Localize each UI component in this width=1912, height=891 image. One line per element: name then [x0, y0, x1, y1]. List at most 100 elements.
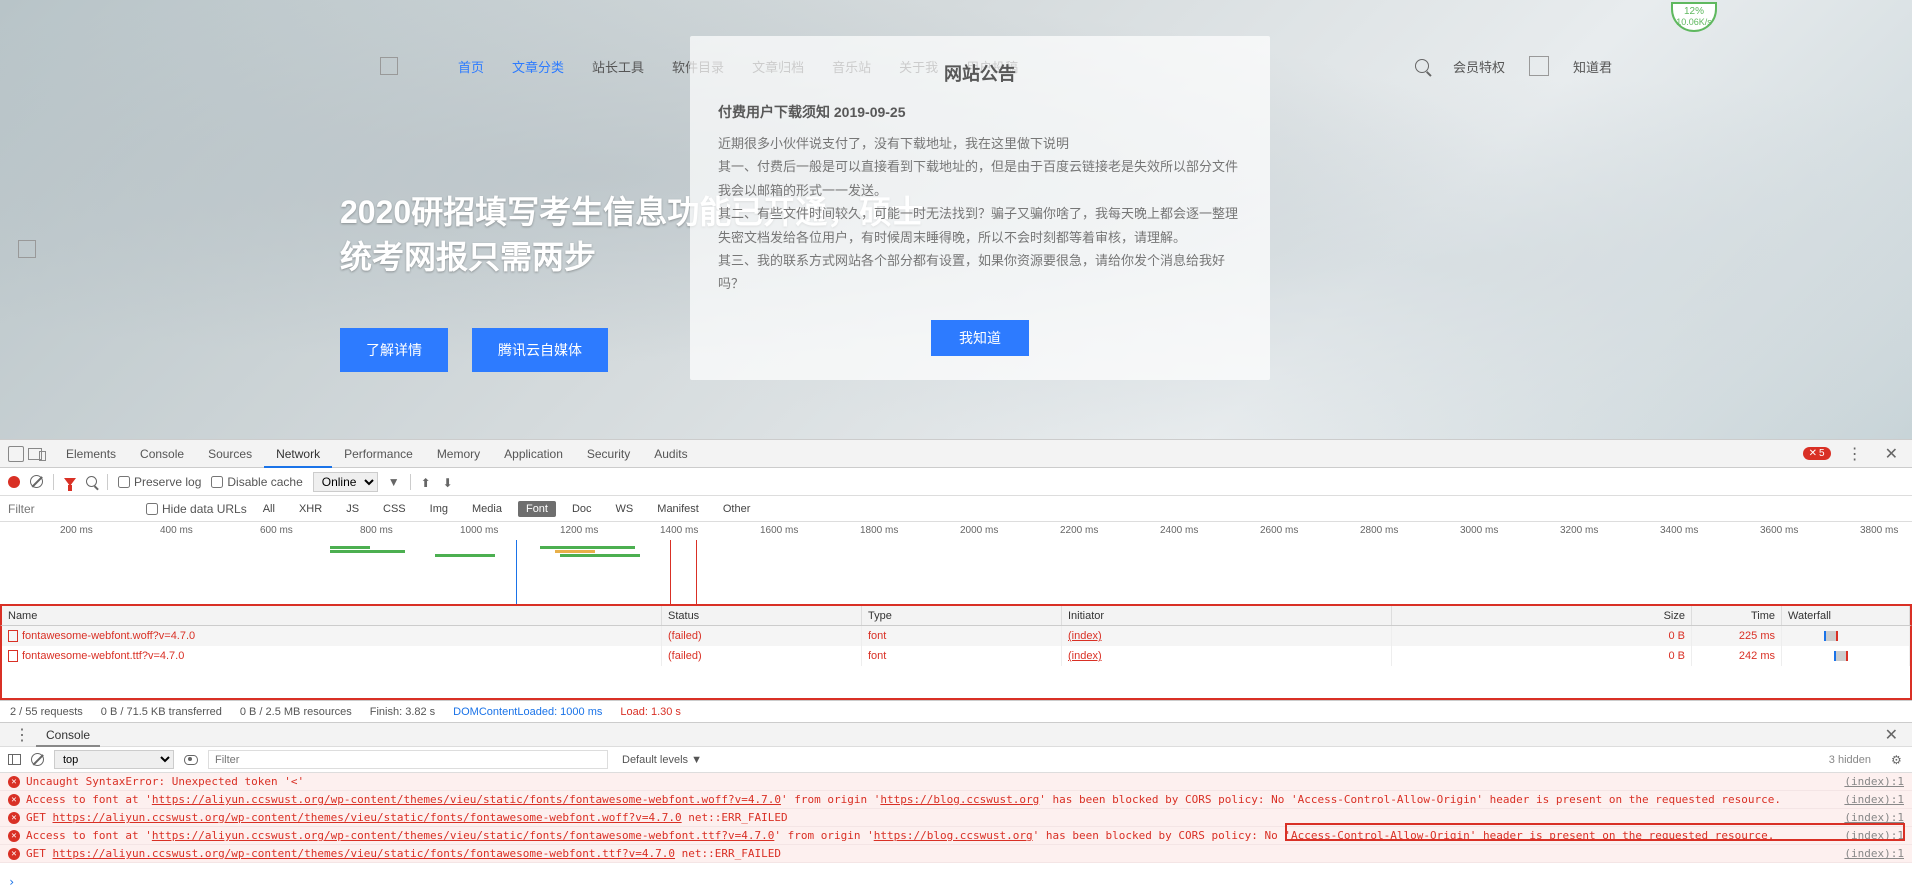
col-initiator[interactable]: Initiator: [1062, 606, 1392, 625]
tab-security[interactable]: Security: [575, 440, 642, 468]
pill-xhr[interactable]: XHR: [291, 501, 330, 517]
tab-console[interactable]: Console: [128, 440, 196, 468]
clear-icon[interactable]: [30, 475, 43, 488]
pill-manifest[interactable]: Manifest: [649, 501, 707, 517]
error-icon: ✕: [8, 812, 20, 824]
col-waterfall[interactable]: Waterfall: [1782, 606, 1910, 625]
filter-input[interactable]: [8, 502, 138, 516]
devtools-menu-icon[interactable]: ⋮: [1841, 444, 1869, 464]
console-filter-input[interactable]: [208, 750, 608, 769]
announce-ok-button[interactable]: 我知道: [931, 320, 1029, 356]
throttling-select[interactable]: Online: [313, 472, 378, 492]
pill-css[interactable]: CSS: [375, 501, 414, 517]
console-clear-icon[interactable]: [31, 753, 44, 766]
tab-application[interactable]: Application: [492, 440, 575, 468]
inspect-icon[interactable]: [8, 446, 24, 462]
footer-dcl: DOMContentLoaded: 1000 ms: [453, 706, 602, 718]
source-link[interactable]: (index):1: [1844, 811, 1904, 824]
pill-doc[interactable]: Doc: [564, 501, 600, 517]
preserve-log-checkbox[interactable]: Preserve log: [118, 475, 201, 489]
devtools-close-icon[interactable]: ✕: [1879, 444, 1904, 464]
search-icon[interactable]: [86, 476, 97, 487]
console-url-link[interactable]: https://blog.ccswust.org: [880, 793, 1039, 806]
timeline-tick: 2600 ms: [1260, 525, 1298, 536]
nav-vip[interactable]: 会员特权: [1453, 57, 1505, 76]
col-status[interactable]: Status: [662, 606, 862, 625]
source-link[interactable]: (index):1: [1844, 793, 1904, 806]
file-icon: [8, 650, 18, 662]
tab-performance[interactable]: Performance: [332, 440, 425, 468]
console-error-row[interactable]: ✕GET https://aliyun.ccswust.org/wp-conte…: [0, 809, 1912, 827]
hero-tencent-button[interactable]: 腾讯云自媒体: [472, 328, 608, 372]
source-link[interactable]: (index):1: [1844, 847, 1904, 860]
network-row[interactable]: fontawesome-webfont.ttf?v=4.7.0(failed)f…: [2, 646, 1910, 666]
nav-categories[interactable]: 文章分类: [512, 57, 564, 76]
console-url-link[interactable]: https://aliyun.ccswust.org/wp-content/th…: [152, 793, 781, 806]
console-settings-icon[interactable]: ⚙: [1891, 753, 1904, 766]
tab-audits[interactable]: Audits: [642, 440, 699, 468]
record-icon[interactable]: [8, 476, 20, 488]
hero-learn-more-button[interactable]: 了解详情: [340, 328, 448, 372]
timeline-tick: 1800 ms: [860, 525, 898, 536]
pill-all[interactable]: All: [255, 501, 283, 517]
timeline-tick: 3200 ms: [1560, 525, 1598, 536]
filter-icon[interactable]: [64, 478, 76, 486]
source-link[interactable]: (index):1: [1844, 775, 1904, 788]
error-icon: ✕: [8, 794, 20, 806]
search-icon[interactable]: [1415, 59, 1429, 73]
error-count-badge[interactable]: ✕5: [1803, 447, 1831, 460]
export-har-icon[interactable]: ⬇: [443, 476, 455, 488]
context-select[interactable]: top: [54, 750, 174, 769]
network-timeline[interactable]: 200 ms400 ms600 ms800 ms1000 ms1200 ms14…: [0, 522, 1912, 604]
console-error-row[interactable]: ✕Access to font at 'https://aliyun.ccswu…: [0, 827, 1912, 845]
pill-img[interactable]: Img: [422, 501, 456, 517]
speed-rate: 10.06K/s: [1673, 17, 1715, 27]
offline-toggle-icon[interactable]: ▼: [388, 475, 400, 489]
pill-font[interactable]: Font: [518, 501, 556, 517]
col-time[interactable]: Time: [1692, 606, 1782, 625]
console-prompt[interactable]: ›: [0, 873, 1912, 891]
initiator-link[interactable]: (index): [1068, 650, 1102, 662]
tab-elements[interactable]: Elements: [54, 440, 128, 468]
pill-js[interactable]: JS: [338, 501, 367, 517]
drawer-menu-icon[interactable]: ⋮: [8, 725, 36, 745]
nav-tools[interactable]: 站长工具: [592, 57, 644, 76]
console-error-row[interactable]: ✕Access to font at 'https://aliyun.ccswu…: [0, 791, 1912, 809]
nav-user[interactable]: 知道君: [1573, 57, 1612, 76]
devtools-tabs: Elements Console Sources Network Perform…: [0, 440, 1912, 468]
avatar-icon[interactable]: [1529, 56, 1549, 76]
tab-sources[interactable]: Sources: [196, 440, 264, 468]
console-error-row[interactable]: ✕Uncaught SyntaxError: Unexpected token …: [0, 773, 1912, 791]
disable-cache-checkbox[interactable]: Disable cache: [211, 475, 302, 489]
col-type[interactable]: Type: [862, 606, 1062, 625]
import-har-icon[interactable]: ⬆: [421, 476, 433, 488]
tab-memory[interactable]: Memory: [425, 440, 492, 468]
console-tab[interactable]: Console: [36, 723, 100, 747]
timeline-tick: 2000 ms: [960, 525, 998, 536]
device-toggle-icon[interactable]: [28, 448, 42, 460]
initiator-link[interactable]: (index): [1068, 630, 1102, 642]
tab-network[interactable]: Network: [264, 440, 332, 468]
carousel-prev-icon[interactable]: [18, 240, 36, 258]
console-sidebar-icon[interactable]: [8, 754, 21, 765]
console-url-link[interactable]: https://aliyun.ccswust.org/wp-content/th…: [53, 847, 676, 860]
separator: [107, 474, 108, 490]
log-levels-select[interactable]: Default levels ▼: [618, 752, 706, 768]
console-error-row[interactable]: ✕GET https://aliyun.ccswust.org/wp-conte…: [0, 845, 1912, 863]
pill-other[interactable]: Other: [715, 501, 759, 517]
hide-data-urls-checkbox[interactable]: Hide data URLs: [146, 502, 247, 516]
drawer-close-icon[interactable]: ✕: [1879, 725, 1904, 745]
nav-home[interactable]: 首页: [458, 57, 484, 76]
col-size[interactable]: Size: [1392, 606, 1692, 625]
pill-ws[interactable]: WS: [608, 501, 642, 517]
speed-badge: 12% 10.06K/s: [1671, 2, 1717, 32]
console-url-link[interactable]: https://blog.ccswust.org: [874, 829, 1033, 842]
network-row[interactable]: fontawesome-webfont.woff?v=4.7.0(failed)…: [2, 626, 1910, 646]
source-link[interactable]: (index):1: [1844, 829, 1904, 842]
console-url-link[interactable]: https://aliyun.ccswust.org/wp-content/th…: [152, 829, 775, 842]
pill-media[interactable]: Media: [464, 501, 510, 517]
console-url-link[interactable]: https://aliyun.ccswust.org/wp-content/th…: [53, 811, 682, 824]
logo-icon[interactable]: [380, 57, 398, 75]
live-expression-icon[interactable]: [184, 755, 198, 765]
col-name[interactable]: Name: [2, 606, 662, 625]
